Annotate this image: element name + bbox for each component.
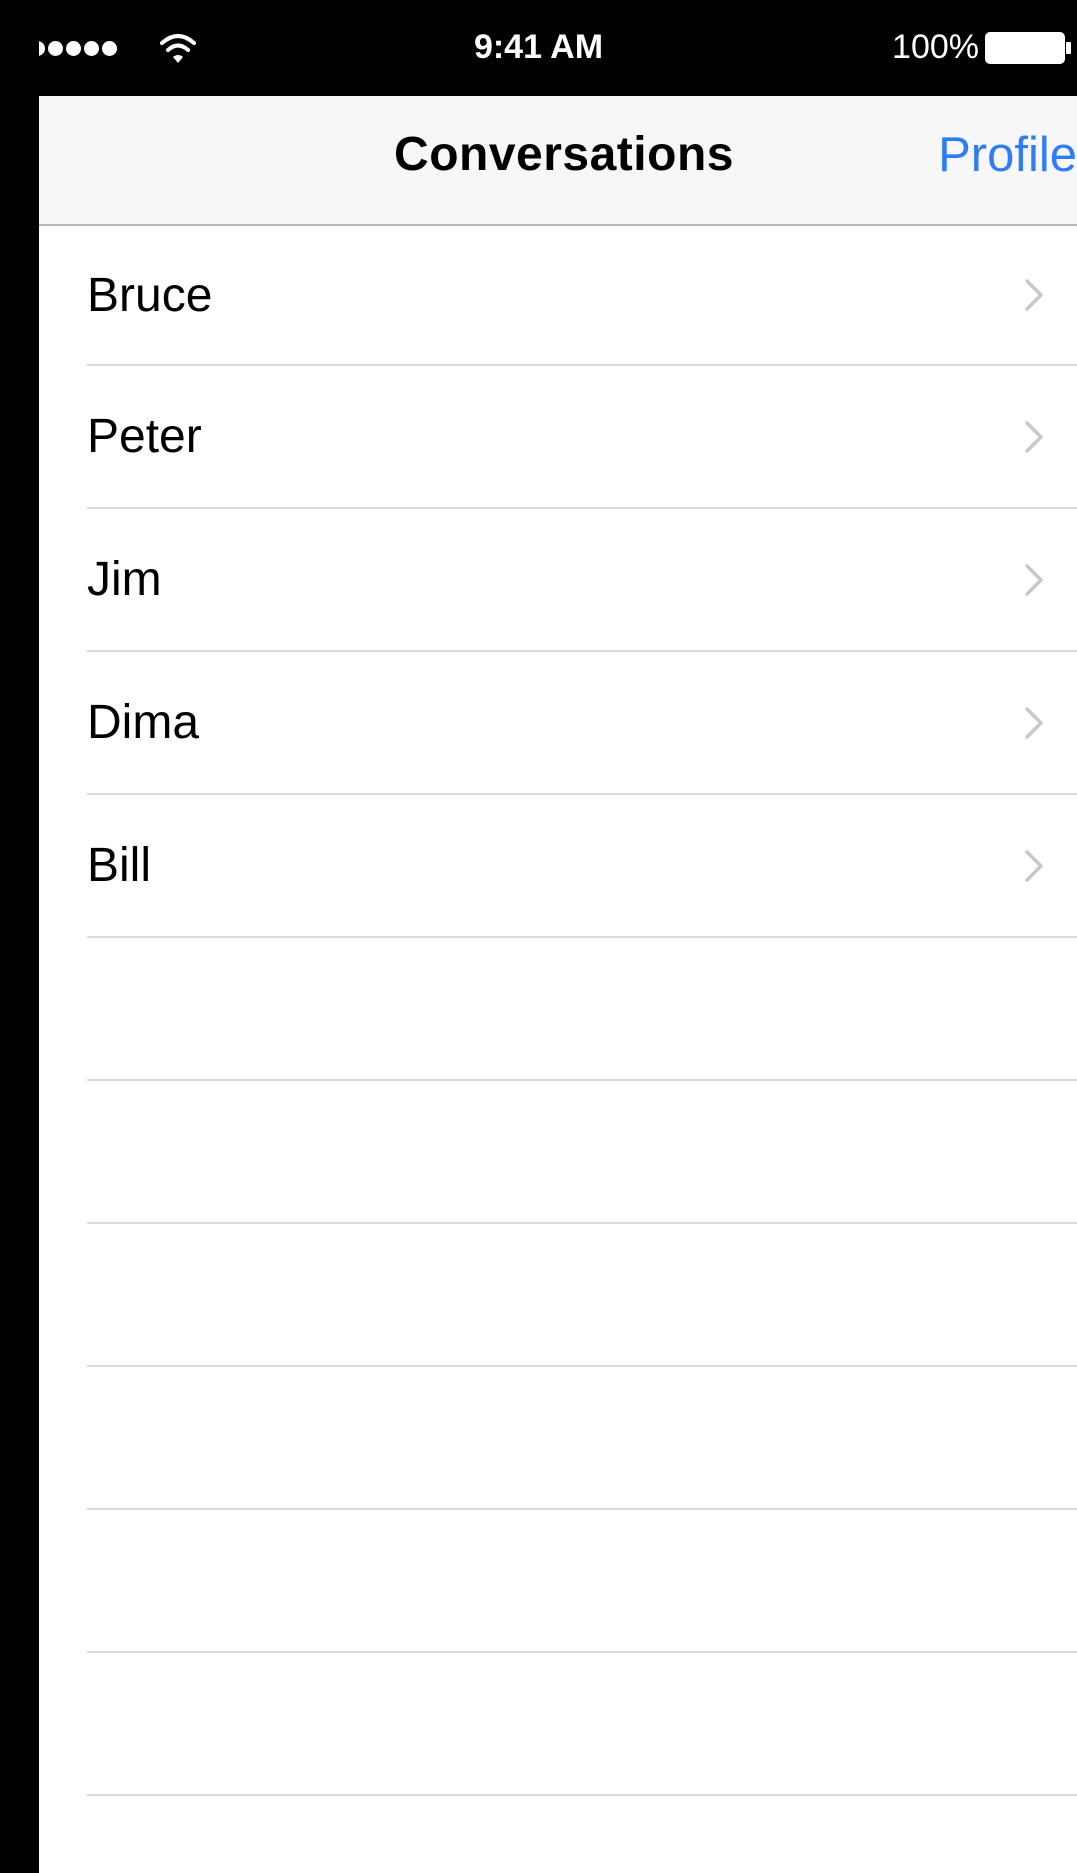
conversation-list: Bruce Peter Jim Dima Bill [39, 226, 1077, 1796]
wifi-icon [160, 34, 196, 63]
conversation-row-jim[interactable]: Jim [87, 509, 1077, 652]
profile-button[interactable]: Profile [918, 96, 1077, 214]
conversation-row-dima[interactable]: Dima [87, 652, 1077, 795]
status-bar: 9:41 AM 100% [39, 0, 1077, 96]
chevron-right-icon [1025, 279, 1043, 311]
battery-percent: 100% [892, 28, 979, 66]
conversation-name: Bill [87, 839, 152, 892]
empty-row [87, 1367, 1077, 1510]
conversation-name: Bruce [87, 268, 213, 322]
conversation-name: Jim [87, 553, 162, 606]
battery-icon [985, 32, 1071, 64]
empty-row [87, 1224, 1077, 1367]
conversation-row-bill[interactable]: Bill [87, 795, 1077, 938]
signal-dots-icon [39, 30, 117, 66]
chevron-right-icon [1025, 849, 1043, 882]
phone-screen: 9:41 AM 100% Conversations Profile Bruce… [39, 0, 1077, 1873]
conversation-name: Dima [87, 696, 200, 749]
empty-row [87, 1653, 1077, 1796]
conversation-row-peter[interactable]: Peter [87, 366, 1077, 509]
screen: 9:41 AM 100% Conversations Profile Bruce… [0, 0, 1077, 1873]
empty-row [87, 938, 1077, 1081]
empty-row [87, 1081, 1077, 1224]
chevron-right-icon [1025, 563, 1043, 596]
empty-row [87, 1510, 1077, 1653]
conversation-name: Peter [87, 410, 202, 463]
chevron-right-icon [1025, 420, 1043, 453]
conversation-row-bruce[interactable]: Bruce [87, 226, 1077, 366]
chevron-right-icon [1025, 706, 1043, 739]
navigation-bar: Conversations Profile [39, 96, 1077, 226]
